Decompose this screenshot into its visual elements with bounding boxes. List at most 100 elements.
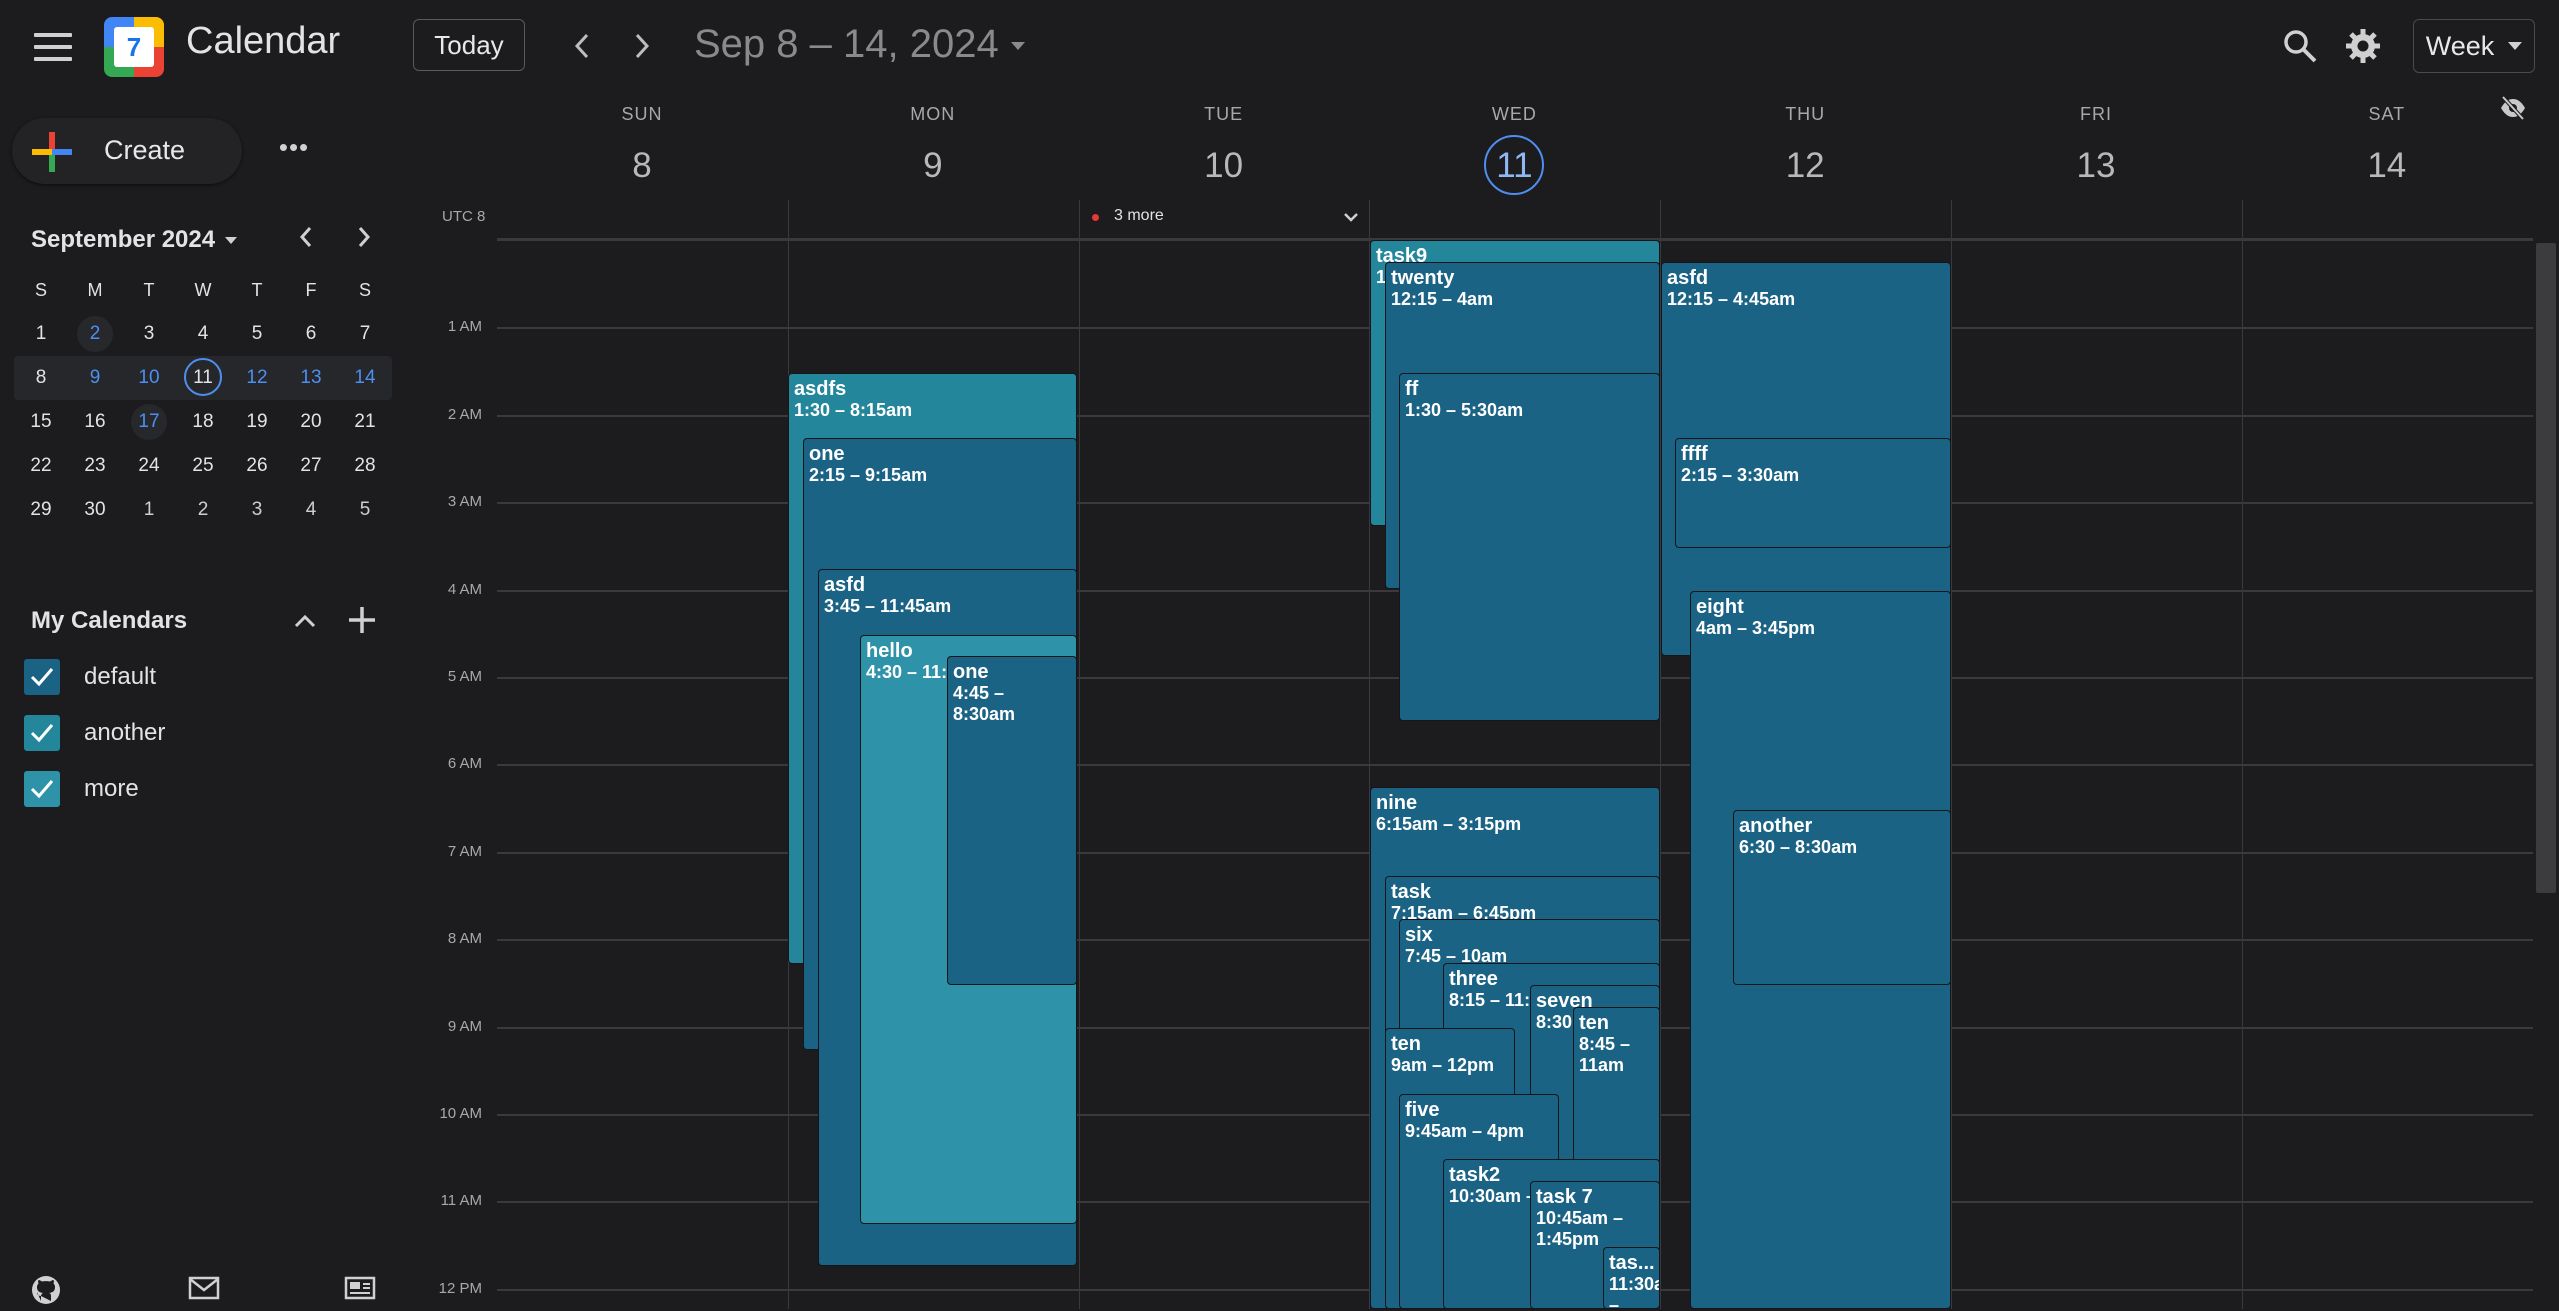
- mini-calendar-day[interactable]: 3: [230, 488, 284, 532]
- eye-off-icon[interactable]: [2498, 95, 2528, 121]
- mini-calendar-day[interactable]: 30: [68, 488, 122, 532]
- mini-calendar-day[interactable]: 2: [68, 312, 122, 356]
- caret-down-icon: [1010, 42, 1025, 51]
- mini-calendar-day[interactable]: 18: [176, 400, 230, 444]
- day-header: THU 12: [1660, 104, 1950, 197]
- mini-calendar-day[interactable]: 11: [176, 356, 230, 400]
- day-number[interactable]: 8: [612, 137, 672, 197]
- day-number: 11: [184, 358, 222, 396]
- calendar-item-another[interactable]: another: [24, 713, 384, 753]
- day-name: WED: [1491, 104, 1537, 124]
- menu-icon[interactable]: [34, 33, 72, 61]
- github-icon[interactable]: [30, 1274, 62, 1304]
- mini-calendar-day[interactable]: 4: [284, 488, 338, 532]
- mini-calendar-day[interactable]: 25: [176, 444, 230, 488]
- mail-icon[interactable]: [188, 1274, 220, 1304]
- day-number[interactable]: 11: [1484, 135, 1545, 195]
- scrollbar-thumb[interactable]: [2536, 243, 2556, 893]
- calendar-event[interactable]: ff 1:30 – 5:30am: [1399, 373, 1660, 721]
- mini-calendar-day[interactable]: 29: [14, 488, 68, 532]
- mini-calendar-day[interactable]: 7: [338, 312, 392, 356]
- mini-calendar-day[interactable]: 9: [68, 356, 122, 400]
- event-title: ten: [1579, 1012, 1609, 1034]
- day-number: 25: [192, 455, 214, 476]
- next-week-button[interactable]: [624, 26, 660, 66]
- mini-calendar-day[interactable]: 22: [14, 444, 68, 488]
- create-button[interactable]: Create: [12, 118, 242, 184]
- mini-calendar-day[interactable]: 5: [338, 488, 392, 532]
- weekday-label: M: [87, 280, 103, 300]
- day-number: 30: [84, 499, 106, 520]
- checkbox-more[interactable]: [24, 771, 60, 807]
- mini-calendar-day[interactable]: 26: [230, 444, 284, 488]
- chevron-up-icon[interactable]: [290, 606, 320, 636]
- mini-calendar-day[interactable]: 16: [68, 400, 122, 444]
- event-time: 6:30 – 8:30am: [1739, 837, 1858, 857]
- event-title: ff: [1405, 378, 1419, 400]
- previous-week-button[interactable]: [564, 26, 600, 66]
- newspaper-icon[interactable]: [344, 1274, 376, 1304]
- day-header: TUE 10: [1079, 104, 1369, 197]
- mini-calendar-day[interactable]: 3: [122, 312, 176, 356]
- mini-calendar-day[interactable]: 15: [14, 400, 68, 444]
- mini-calendar-prev[interactable]: [291, 224, 321, 258]
- add-calendar-icon[interactable]: [346, 604, 378, 636]
- all-day-more-chip[interactable]: 3 more: [1078, 201, 1366, 233]
- mini-calendar-day[interactable]: 1: [122, 488, 176, 532]
- mini-calendar-day[interactable]: 2: [176, 488, 230, 532]
- day-number: 10: [138, 367, 160, 388]
- app-title: Calendar: [186, 20, 341, 62]
- day-number: 23: [84, 455, 106, 476]
- mini-calendar-day[interactable]: 10: [122, 356, 176, 400]
- day-number[interactable]: 12: [1775, 137, 1835, 197]
- calendar-item-more[interactable]: more: [24, 769, 384, 809]
- view-select[interactable]: Week: [2413, 19, 2535, 73]
- mini-calendar-week-row: 15 16 17 18 19 20 21: [14, 400, 392, 444]
- checkbox-default[interactable]: [24, 659, 60, 695]
- day-number[interactable]: 10: [1194, 137, 1254, 197]
- mini-calendar-day[interactable]: 19: [230, 400, 284, 444]
- mini-calendar-day[interactable]: 1: [14, 312, 68, 356]
- date-range-selector[interactable]: Sep 8 – 14, 2024: [694, 22, 1025, 67]
- mini-calendar-next[interactable]: [349, 224, 379, 258]
- event-title: task: [1391, 881, 1432, 903]
- hour-label: 3 AM: [447, 493, 482, 511]
- weekday-label: T: [143, 280, 155, 300]
- day-column-divider: [2241, 200, 2243, 1309]
- mini-calendar-day[interactable]: 14: [338, 356, 392, 400]
- day-number: 9: [89, 367, 101, 388]
- mini-calendar-day[interactable]: 13: [284, 356, 338, 400]
- more-options-button[interactable]: •••: [272, 132, 316, 168]
- day-number[interactable]: 14: [2357, 137, 2417, 197]
- mini-calendar-day[interactable]: 23: [68, 444, 122, 488]
- mini-calendar-day[interactable]: 24: [122, 444, 176, 488]
- search-icon[interactable]: [2282, 28, 2318, 64]
- event-title: nine: [1376, 792, 1418, 814]
- day-number[interactable]: 9: [903, 137, 963, 197]
- mini-calendar-day[interactable]: 4: [176, 312, 230, 356]
- mini-calendar-day[interactable]: 6: [284, 312, 338, 356]
- checkbox-another[interactable]: [24, 715, 60, 751]
- gear-icon[interactable]: [2343, 26, 2383, 66]
- calendar-event[interactable]: one 4:45 – 8:30am: [947, 656, 1077, 985]
- mini-calendar-day[interactable]: 28: [338, 444, 392, 488]
- day-number[interactable]: 13: [2066, 137, 2126, 197]
- calendar-item-default[interactable]: default: [24, 657, 384, 697]
- mini-calendar-day[interactable]: 8: [14, 356, 68, 400]
- calendar-event[interactable]: another 6:30 – 8:30am: [1733, 810, 1951, 985]
- mini-calendar-day[interactable]: 27: [284, 444, 338, 488]
- mini-calendar-day[interactable]: 17: [122, 400, 176, 444]
- mini-calendar-day[interactable]: 5: [230, 312, 284, 356]
- today-button[interactable]: Today: [413, 19, 525, 71]
- mini-calendar-day[interactable]: 12: [230, 356, 284, 400]
- event-title: asfd: [824, 574, 866, 596]
- calendar-event[interactable]: ffff 2:15 – 3:30am: [1675, 438, 1951, 548]
- mini-calendar-day[interactable]: 21: [338, 400, 392, 444]
- hour-label: 4 AM: [447, 580, 482, 598]
- event-title: asfd: [1667, 267, 1709, 289]
- event-title: tas...: [1609, 1252, 1655, 1274]
- calendar-event[interactable]: tas... 11:30a –: [1603, 1247, 1660, 1309]
- event-title: ffff: [1681, 443, 1708, 465]
- mini-calendar-title[interactable]: September 2024: [31, 226, 238, 254]
- mini-calendar-day[interactable]: 20: [284, 400, 338, 444]
